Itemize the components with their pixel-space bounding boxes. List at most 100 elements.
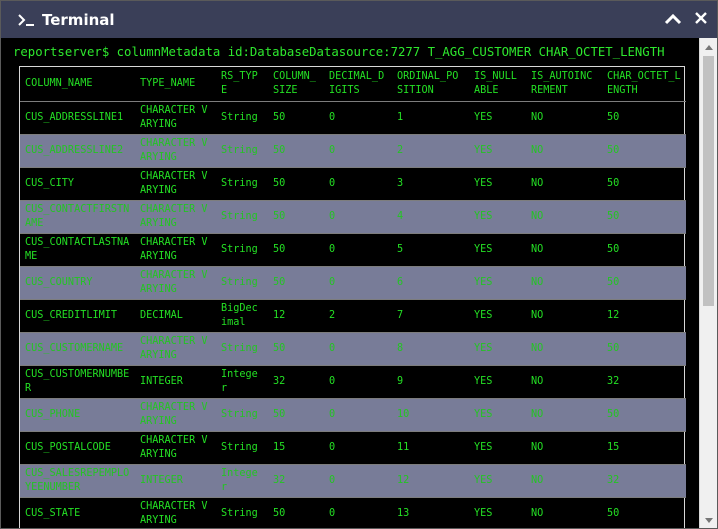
column-header: TYPE_NAME [140,77,196,89]
table-cell: NO [526,100,602,134]
table-cell: YES [469,265,526,299]
table-cell: NO [526,331,602,365]
table-cell: YES [469,397,526,431]
table-cell: CUS_CONTACTLASTNAME [20,232,135,266]
result-table: COLUMN_NAME TYPE_NAME RS_TYPE COLUMN_SIZE DE… [19,66,686,528]
table-cell: CHARACTER VARYING [135,331,216,365]
table-cell: 5 [392,232,469,266]
table-cell: 50 [268,199,324,233]
table-cell: YES [469,364,526,398]
table-cell: DECIMAL [135,298,216,332]
table-cell: 32 [602,463,686,497]
table-cell: NO [526,265,602,299]
table-cell: CUS_COUNTRY [20,265,135,299]
table-cell: 15 [268,430,324,464]
table-cell: INTEGER [135,364,216,398]
title-bar[interactable]: Terminal [1,1,717,38]
table-cell: YES [469,430,526,464]
table-cell: YES [469,100,526,134]
table-row: CUS_SALESREPEMPLOYEENUMBER INTEGER Integer… [20,463,686,497]
table-cell: CHARACTER VARYING [135,166,216,200]
scrollbar-thumb[interactable] [703,56,714,306]
terminal-output[interactable]: reportserver$ columnMetadata id:Database… [1,38,699,528]
table-cell: CUS_CONTACTFIRSTNAME [20,199,135,233]
table-cell: NO [526,199,602,233]
table-cell: 2 [324,298,392,332]
table-cell: 13 [392,496,469,528]
table-cell: String [216,496,268,528]
table-cell: 12 [602,298,686,332]
table-cell: YES [469,298,526,332]
table-cell: 50 [602,166,686,200]
table-cell: CHARACTER VARYING [135,232,216,266]
close-button[interactable] [689,8,713,32]
table-cell: 50 [602,100,686,134]
table-cell: 50 [602,331,686,365]
table-cell: INTEGER [135,463,216,497]
table-cell: 9 [392,364,469,398]
table-cell: CHARACTER VARYING [135,199,216,233]
table-cell: 4 [392,199,469,233]
table-cell: CHARACTER VARYING [135,100,216,134]
scroll-up-icon[interactable] [700,39,717,55]
collapse-button[interactable] [661,8,685,32]
table-cell: 11 [392,430,469,464]
table-cell: NO [526,463,602,497]
table-cell: YES [469,496,526,528]
table-cell: 2 [392,133,469,167]
table-cell: YES [469,166,526,200]
table-cell: 50 [602,397,686,431]
column-header: CHAR_OCTET_LENGTH [607,70,681,96]
table-cell: CHARACTER VARYING [135,397,216,431]
table-cell: YES [469,232,526,266]
table-cell: CHARACTER VARYING [135,133,216,167]
table-cell: CUS_ADDRESSLINE1 [20,100,135,134]
table-cell: NO [526,298,602,332]
table-cell: 50 [602,133,686,167]
table-cell: CHARACTER VARYING [135,265,216,299]
table-cell: 50 [602,199,686,233]
table-cell: String [216,133,268,167]
table-cell: 12 [392,463,469,497]
table-cell: 0 [324,496,392,528]
table-header-row: COLUMN_NAME TYPE_NAME RS_TYPE COLUMN_SIZE DE… [20,67,686,101]
table-cell: 0 [324,331,392,365]
table-cell: 1 [392,100,469,134]
column-header: ORDINAL_POSITION [397,70,459,96]
table-cell: 0 [324,397,392,431]
table-row: CUS_CUSTOMERNUMBER INTEGER Integer 32 0 9 YES N… [20,364,686,398]
table-row: CUS_STATE CHARACTER VARYING String 50 0 13 YES… [20,496,686,528]
table-cell: CUS_CITY [20,166,135,200]
table-cell: 50 [602,265,686,299]
table-cell: String [216,331,268,365]
table-cell: CUS_CREDITLIMIT [20,298,135,332]
table-cell: String [216,232,268,266]
table-row: CUS_PHONE CHARACTER VARYING String 50 0 10 YES… [20,397,686,431]
table-cell: CUS_POSTALCODE [20,430,135,464]
table-cell: CUS_CUSTOMERNAME [20,331,135,365]
table-cell: NO [526,496,602,528]
table-cell: 0 [324,199,392,233]
table-cell: 50 [602,232,686,266]
table-cell: 0 [324,430,392,464]
terminal-window: Terminal reportserver$ columnMetadata id… [0,0,718,529]
table-cell: 50 [268,265,324,299]
command-line: reportserver$ columnMetadata id:Database… [13,45,665,59]
vertical-scrollbar[interactable] [699,38,717,528]
column-header: IS_AUTOINCREMENT [531,70,593,96]
table-cell: Integer [216,463,268,497]
table-cell: 0 [324,133,392,167]
terminal-prompt-icon [18,13,36,27]
table-row: CUS_CITY CHARACTER VARYING String 50 0 3 YES NO… [20,166,686,200]
table-cell: 6 [392,265,469,299]
scroll-down-icon[interactable] [700,513,717,528]
table-cell: 32 [268,364,324,398]
table-cell: CUS_PHONE [20,397,135,431]
table-cell: 32 [268,463,324,497]
table-cell: String [216,265,268,299]
column-header: RS_TYPE [221,70,258,96]
close-icon [694,10,708,29]
column-header: IS_NULLABLE [474,70,517,96]
table-cell: YES [469,199,526,233]
table-cell: String [216,199,268,233]
